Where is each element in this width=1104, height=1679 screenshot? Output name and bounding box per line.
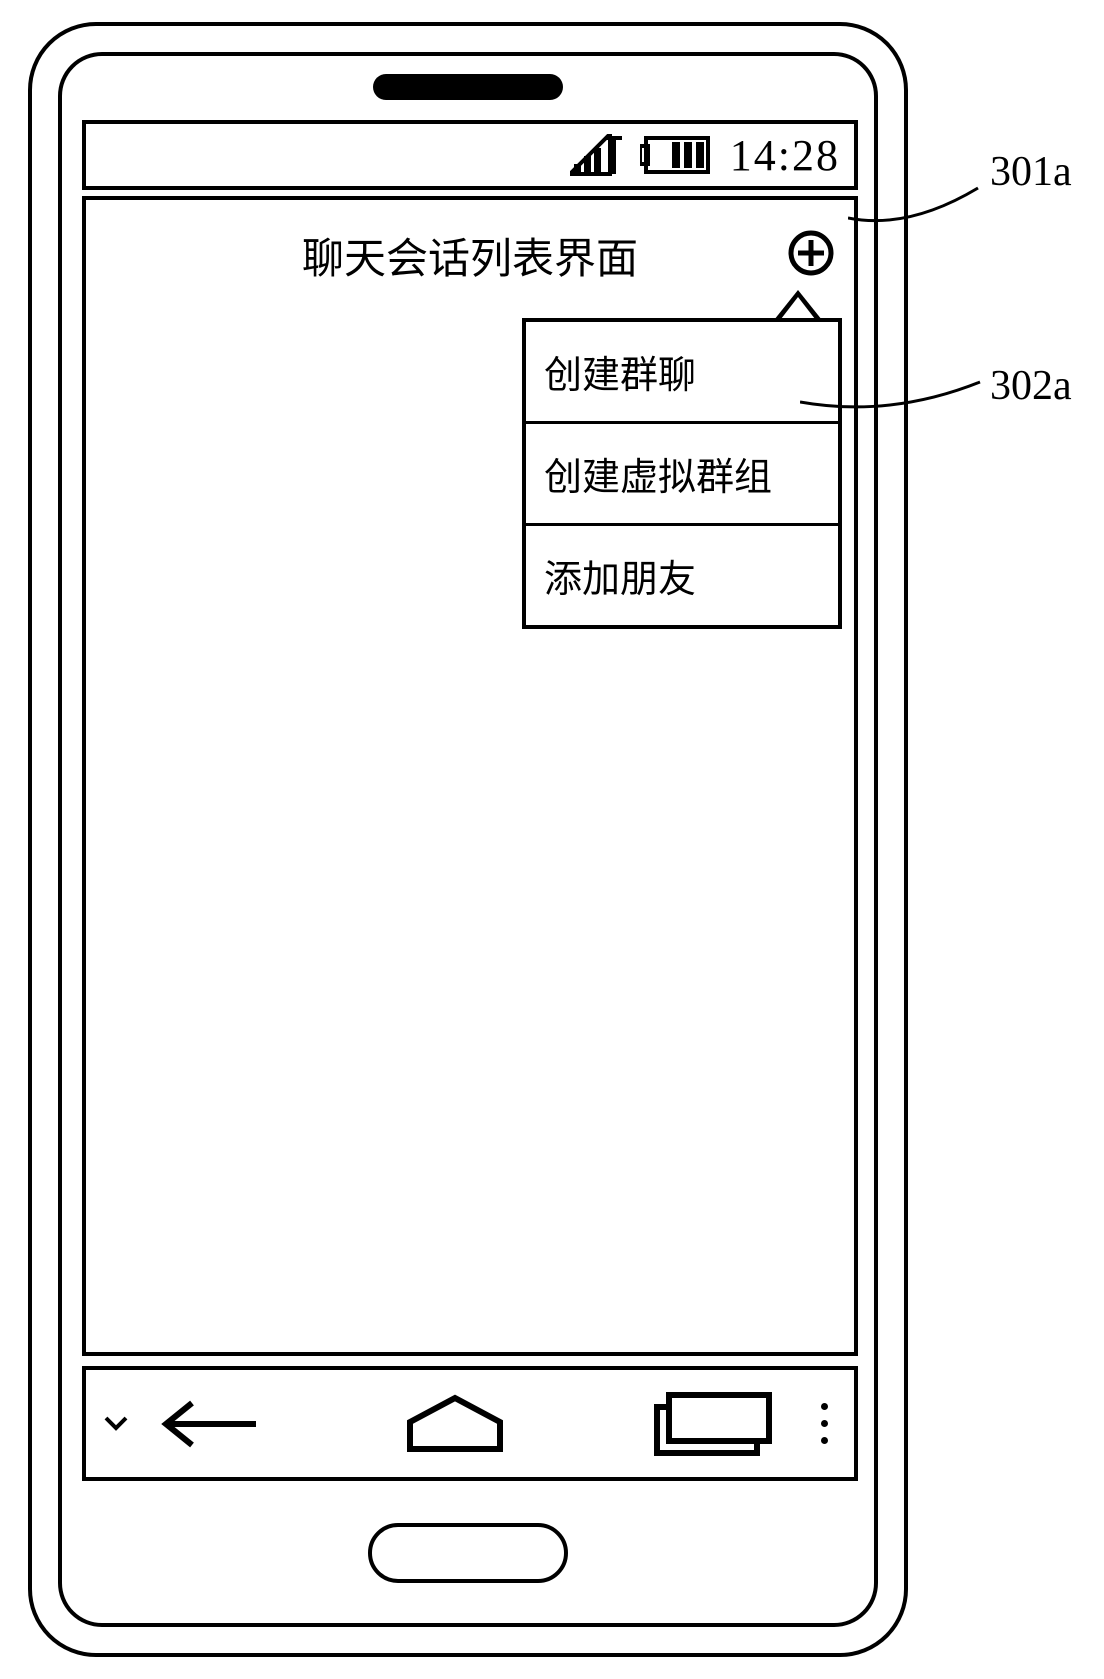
- menu-item-create-virtual-group[interactable]: 创建虚拟群组: [526, 424, 838, 526]
- callout-label-302a: 302a: [990, 362, 1072, 410]
- nav-bar: [82, 1366, 858, 1481]
- signal-icon: [570, 134, 622, 176]
- menu-item-add-friend[interactable]: 添加朋友: [526, 526, 838, 625]
- dropdown-arrow-icon: [774, 290, 822, 320]
- recent-apps-button[interactable]: [624, 1389, 804, 1459]
- status-bar: 14:28: [82, 120, 858, 190]
- physical-home-button[interactable]: [368, 1523, 568, 1583]
- app-screen: 聊天会话列表界面 创建群聊 创建虚拟群组 添加朋友: [82, 196, 858, 1356]
- callout-label-301a: 301a: [990, 148, 1072, 196]
- home-icon: [400, 1394, 510, 1454]
- earpiece: [373, 74, 563, 100]
- recent-apps-icon: [649, 1389, 779, 1459]
- dropdown-menu: 创建群聊 创建虚拟群组 添加朋友: [522, 318, 842, 629]
- more-dots-icon[interactable]: [804, 1403, 844, 1444]
- back-button[interactable]: [136, 1399, 286, 1449]
- battery-icon: [640, 136, 712, 174]
- status-time: 14:28: [730, 130, 840, 181]
- plus-icon: [788, 230, 834, 276]
- page-title: 聊天会话列表界面: [302, 225, 638, 286]
- phone-inner-frame: 14:28 聊天会话列表界面 创建群聊 创建虚拟群组 添加朋友: [58, 52, 878, 1627]
- nav-chevron-down-icon[interactable]: [96, 1416, 136, 1432]
- add-button[interactable]: [788, 230, 834, 276]
- home-button-nav[interactable]: [286, 1394, 624, 1454]
- back-arrow-icon: [156, 1399, 266, 1449]
- phone-outer-frame: 14:28 聊天会话列表界面 创建群聊 创建虚拟群组 添加朋友: [28, 22, 908, 1657]
- screen-header: 聊天会话列表界面: [86, 230, 854, 280]
- menu-item-create-group-chat[interactable]: 创建群聊: [526, 322, 838, 424]
